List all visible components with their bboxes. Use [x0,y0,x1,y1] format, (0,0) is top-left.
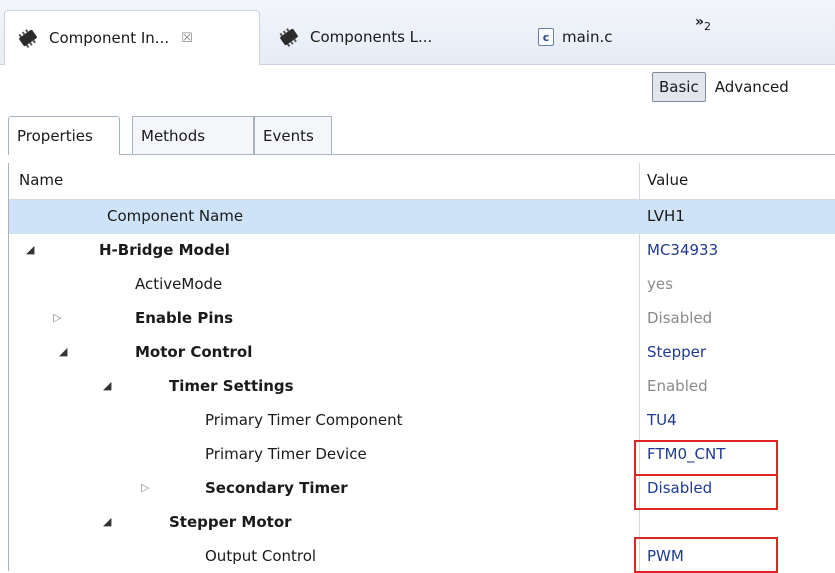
highlight-box [634,440,778,476]
expanded-triangle-icon[interactable]: ◢ [103,379,111,392]
column-header-name[interactable]: Name [19,171,63,189]
tab-component-inspector[interactable]: Component In... ☒ [4,10,260,65]
expanded-triangle-icon[interactable]: ◢ [103,515,111,528]
basic-button[interactable]: Basic [652,72,706,102]
property-name: Component Name [107,207,244,225]
tab-components-library[interactable]: Components L... [266,10,502,64]
tab-label: Components L... [310,28,433,46]
close-icon[interactable]: ☒ [181,31,193,46]
chevron-double-right-icon: » [695,14,705,30]
property-name: H-Bridge Model [99,241,230,259]
tab-label: Component In... [49,29,170,47]
tab-properties[interactable]: Properties [8,116,120,155]
property-name: Timer Settings [169,377,294,395]
property-name: Primary Timer Device [205,445,367,463]
property-name: Output Control [205,547,317,565]
column-header-value[interactable]: Value [647,171,688,189]
table-row[interactable]: ◢ Timer Settings Enabled [9,370,835,404]
overflow-count: 2 [704,19,712,33]
expanded-triangle-icon[interactable]: ◢ [26,243,34,256]
property-value[interactable]: MC34933 [647,241,718,259]
view-mode-switch: Basic Advanced [652,72,796,102]
chip-icon [18,29,37,48]
property-name: ActiveMode [135,275,223,293]
property-name: Secondary Timer [205,479,348,497]
collapsed-triangle-icon[interactable]: ▷ [53,311,61,324]
collapsed-triangle-icon[interactable]: ▷ [141,481,149,494]
advanced-button[interactable]: Advanced [708,72,796,102]
property-value[interactable]: Disabled [647,309,712,327]
table-row[interactable]: Primary Timer Component TU4 [9,404,835,438]
highlight-box [634,474,778,510]
inspector-tabs: Properties Methods Events [8,116,835,155]
property-name: Enable Pins [135,309,234,327]
tab-methods[interactable]: Methods [132,116,254,154]
highlight-box [634,537,778,573]
property-name: Motor Control [135,343,253,361]
chip-icon [279,28,298,47]
tab-main-c[interactable]: c main.c [528,10,648,64]
property-value[interactable]: TU4 [647,411,677,429]
expanded-triangle-icon[interactable]: ◢ [59,345,67,358]
property-value[interactable]: Stepper [647,343,706,361]
table-row[interactable]: Component Name LVH1 [9,200,835,234]
table-row[interactable]: ActiveMode yes [9,268,835,302]
c-file-icon: c [538,28,554,46]
editor-tab-bar: Component In... ☒ Components L... c main… [0,0,835,65]
tab-overflow-button[interactable]: »2 [695,14,711,33]
property-value[interactable]: Enabled [647,377,708,395]
property-name: Primary Timer Component [205,411,403,429]
table-row[interactable]: ◢ Motor Control Stepper [9,336,835,370]
property-value[interactable]: yes [647,275,673,293]
tab-events[interactable]: Events [254,116,332,154]
table-row[interactable]: ◢ H-Bridge Model MC34933 [9,234,835,268]
property-value[interactable]: LVH1 [647,207,685,225]
tab-label: main.c [562,28,613,46]
table-header: Name Value [9,163,835,200]
table-row[interactable]: ▷ Enable Pins Disabled [9,302,835,336]
table-row[interactable]: ◢ Stepper Motor [9,506,835,540]
property-name: Stepper Motor [169,513,292,531]
